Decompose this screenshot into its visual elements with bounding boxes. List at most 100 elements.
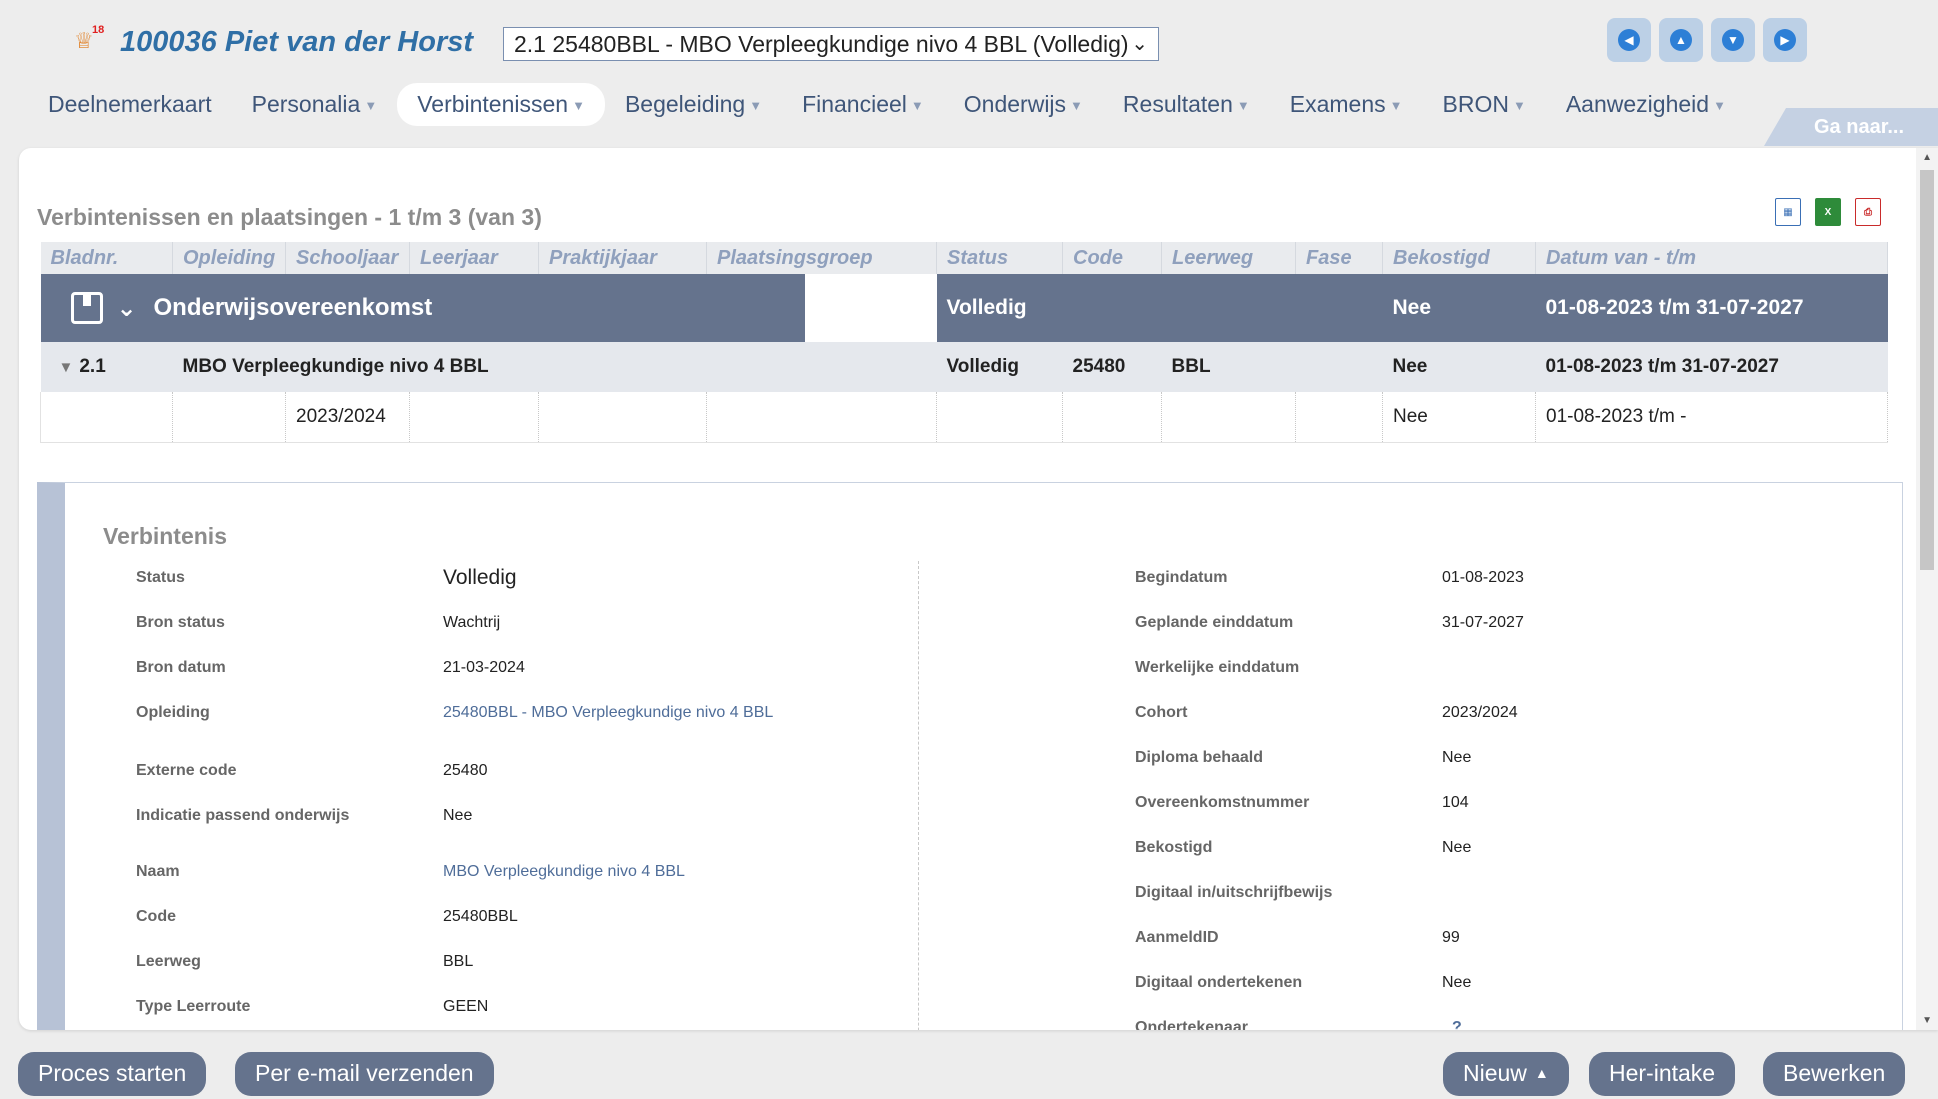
main-panel: ▲ ▼ Verbintenissen en plaatsingen - 1 t/… — [19, 148, 1938, 1030]
program-select[interactable]: 2.1 25480BBL - MBO Verpleegkundige nivo … — [503, 27, 1159, 61]
menu-onderwijs[interactable]: Onderwijs ▼ — [944, 83, 1103, 126]
list-title: Verbintenissen en plaatsingen - 1 t/m 3 … — [37, 204, 542, 230]
value-cohort: 2023/2024 — [1442, 704, 1518, 721]
chevron-down-icon[interactable]: ⌄ — [117, 294, 137, 323]
value-indicatie: Nee — [443, 807, 473, 824]
value-code: 25480BBL — [443, 908, 518, 925]
label-indicatie: Indicatie passend onderwijs — [136, 807, 350, 824]
goto-button[interactable]: Ga naar... — [1764, 108, 1938, 146]
col-fase[interactable]: Fase — [1295, 242, 1383, 274]
nieuw-button[interactable]: Nieuw ▲ — [1443, 1052, 1569, 1096]
group-datum: 01-08-2023 t/m 31-07-2027 — [1535, 274, 1888, 342]
table-header: Bladnr. Opleiding Schooljaar Leerjaar Pr… — [40, 242, 1888, 274]
header: ♕ 18 100036 Piet van der Horst 2.1 25480B… — [0, 0, 1938, 150]
dropdown-arrow-icon: ▼ — [572, 97, 585, 113]
label-overeenkomstnummer: Overeenkomstnummer — [1135, 794, 1310, 811]
export-pdf-icon[interactable]: ⎙ — [1855, 198, 1881, 226]
next-icon: ▶ — [1774, 29, 1796, 51]
col-plaatsingsgroep[interactable]: Plaatsingsgroep — [706, 242, 937, 274]
label-werkelijke-einddatum: Werkelijke einddatum — [1135, 659, 1300, 676]
value-leerweg: BBL — [443, 953, 474, 970]
col-datum[interactable]: Datum van - t/m — [1535, 242, 1888, 274]
export-excel-icon[interactable]: X — [1815, 198, 1841, 226]
menu-examens[interactable]: Examens ▼ — [1270, 83, 1423, 126]
col-bladnr[interactable]: Bladnr. — [40, 242, 173, 274]
book-icon — [70, 292, 103, 324]
scroll-down-icon[interactable]: ▼ — [1922, 1015, 1932, 1026]
previous-icon: ◀ — [1618, 29, 1640, 51]
scrollbar-thumb[interactable] — [1920, 170, 1934, 570]
menu-label: Onderwijs — [963, 90, 1067, 117]
label-geplande-einddatum: Geplande einddatum — [1135, 614, 1294, 631]
value-bekostigd: Nee — [1442, 839, 1472, 856]
menu-verbintenissen[interactable]: Verbintenissen ▼ — [397, 82, 605, 126]
label-externe-code: Externe code — [136, 762, 237, 779]
main-menu: Deelnemerkaart Personalia ▼ Verbintenisse… — [28, 82, 1746, 126]
menu-label: BRON — [1442, 90, 1509, 117]
menu-bron[interactable]: BRON ▼ — [1423, 83, 1546, 126]
table-row[interactable]: ▼ 2.1 MBO Verpleegkundige nivo 4 BBL Voll… — [40, 342, 1888, 392]
menu-label: Financieel — [802, 90, 907, 117]
menu-personalia[interactable]: Personalia ▼ — [232, 83, 398, 126]
collapse-triangle-icon[interactable]: ▼ — [59, 359, 74, 376]
naam-link[interactable]: MBO Verpleegkundige nivo 4 BBL — [443, 859, 883, 884]
menu-resultaten[interactable]: Resultaten ▼ — [1103, 83, 1270, 126]
row-opleiding: MBO Verpleegkundige nivo 4 BBL — [172, 342, 937, 392]
value-overeenkomstnummer: 104 — [1442, 794, 1469, 811]
email-button[interactable]: Per e-mail verzenden — [235, 1052, 494, 1096]
up-button[interactable]: ▲ — [1659, 18, 1703, 62]
previous-button[interactable]: ◀ — [1607, 18, 1651, 62]
export-toolbar: ▦ X ⎙ — [1775, 198, 1881, 226]
label-begindatum: Begindatum — [1135, 569, 1228, 586]
her-intake-button[interactable]: Her-intake — [1589, 1052, 1736, 1096]
bewerken-button[interactable]: Bewerken — [1763, 1052, 1906, 1096]
menu-label: Aanwezigheid — [1565, 90, 1710, 117]
ondertekenaar-help-icon[interactable]: ? — [1452, 1015, 1892, 1030]
label-leerweg: Leerweg — [136, 953, 201, 970]
dropdown-arrow-icon: ▼ — [910, 97, 924, 113]
menu-deelnemerkaart[interactable]: Deelnemerkaart — [28, 83, 232, 126]
dropdown-arrow-icon: ▼ — [1713, 97, 1726, 113]
scroll-up-icon[interactable]: ▲ — [1922, 152, 1932, 163]
row-code: 25480 — [1062, 342, 1162, 392]
export-grid-icon[interactable]: ▦ — [1775, 198, 1801, 226]
value-geplande-einddatum: 31-07-2027 — [1442, 614, 1524, 631]
proces-starten-button[interactable]: Proces starten — [18, 1052, 207, 1096]
col-status[interactable]: Status — [936, 242, 1063, 274]
value-digitaal-ondertekenen: Nee — [1442, 974, 1472, 991]
down-button[interactable]: ▼ — [1711, 18, 1755, 62]
group-row[interactable]: ⌄ Onderwijsovereenkomst Volledig Nee 01-… — [40, 274, 1888, 342]
col-schooljaar[interactable]: Schooljaar — [285, 242, 410, 274]
verbintenis-detail: Verbintenis Status Volledig Bron status … — [37, 482, 1903, 1030]
col-opleiding[interactable]: Opleiding — [172, 242, 286, 274]
col-code[interactable]: Code — [1062, 242, 1162, 274]
menu-financieel[interactable]: Financieel ▼ — [782, 83, 944, 126]
value-begindatum: 01-08-2023 — [1442, 569, 1524, 586]
menu-label: Deelnemerkaart — [48, 90, 212, 117]
next-button[interactable]: ▶ — [1763, 18, 1807, 62]
label-status: Status — [136, 569, 185, 586]
menu-aanwezigheid[interactable]: Aanwezigheid ▼ — [1546, 83, 1746, 126]
group-bekostigd: Nee — [1382, 274, 1536, 342]
value-bron-datum: 21-03-2024 — [443, 659, 525, 676]
col-bekostigd[interactable]: Bekostigd — [1382, 242, 1536, 274]
chevron-down-icon: ⌄ — [1131, 33, 1148, 55]
dropdown-arrow-icon: ▼ — [1389, 97, 1403, 113]
col-leerjaar[interactable]: Leerjaar — [409, 242, 539, 274]
label-ondertekenaar: Ondertekenaar — [1135, 1019, 1248, 1030]
label-bron-datum: Bron datum — [136, 659, 226, 676]
detail-title: Verbintenis — [103, 523, 227, 549]
caret-up-icon: ▲ — [1534, 1065, 1549, 1081]
label-opleiding: Opleiding — [136, 704, 210, 721]
record-navigation: ◀ ▲ ▼ ▶ — [1607, 18, 1807, 62]
label-digitaal-bewijs: Digitaal in/uitschrijfbewijs — [1135, 884, 1333, 901]
table-row[interactable]: 2023/2024 Nee 01-08-2023 t/m - — [40, 392, 1888, 443]
col-praktijkjaar[interactable]: Praktijkjaar — [538, 242, 707, 274]
vertical-scrollbar[interactable]: ▲ ▼ — [1916, 148, 1938, 1030]
opleiding-link[interactable]: 25480BBL - MBO Verpleegkundige nivo 4 BB… — [443, 700, 873, 725]
column-divider — [918, 561, 919, 1030]
col-leerweg[interactable]: Leerweg — [1161, 242, 1296, 274]
dropdown-arrow-icon: ▼ — [1236, 97, 1250, 113]
menu-begeleiding[interactable]: Begeleiding ▼ — [605, 83, 782, 126]
value-bron-status: Wachtrij — [443, 614, 501, 631]
